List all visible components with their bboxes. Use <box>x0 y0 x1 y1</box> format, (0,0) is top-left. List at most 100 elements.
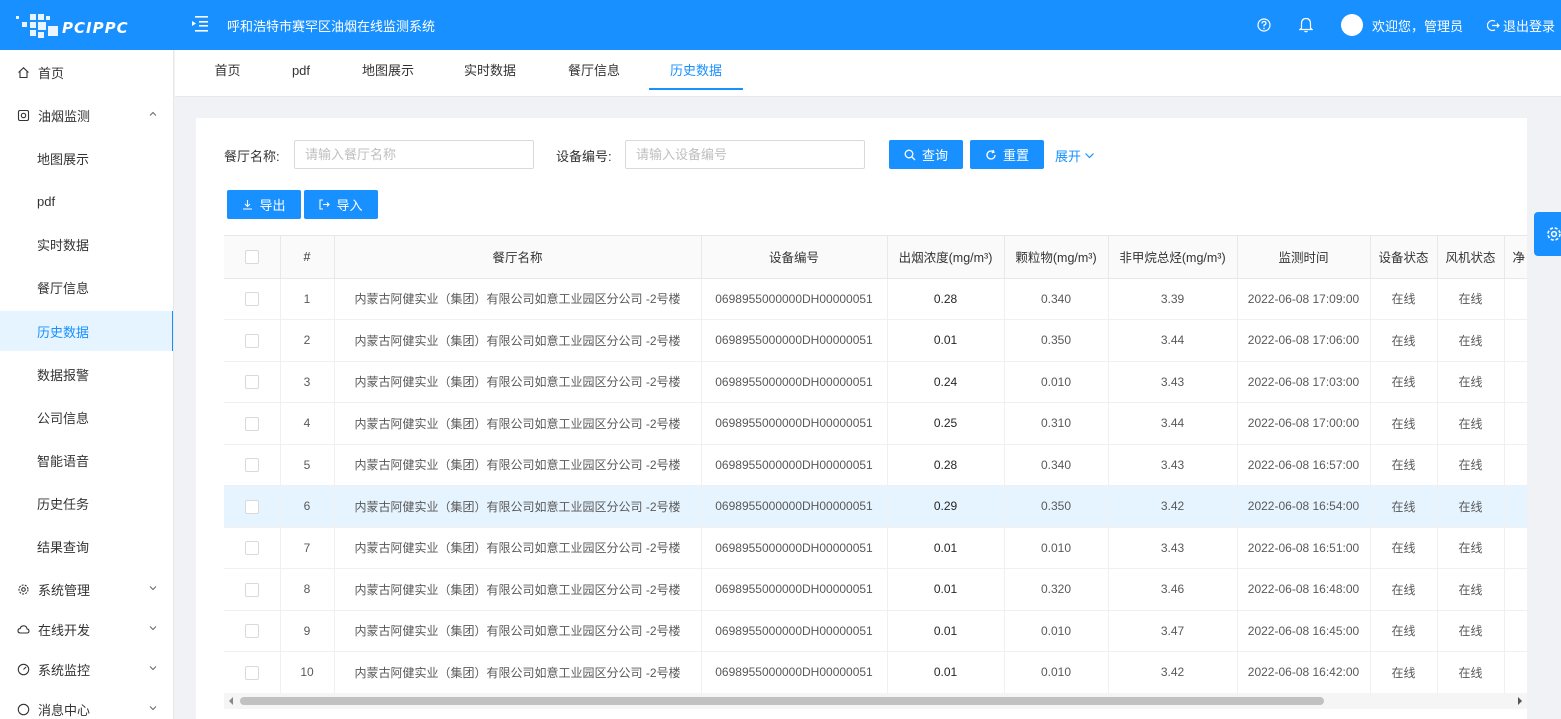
row-checkbox[interactable] <box>244 416 259 431</box>
cell-device: 0698955000000DH00000051 <box>701 402 888 445</box>
cell-fan-status: 在线 <box>1437 361 1505 403</box>
cell-name: 内蒙古阿健实业（集团）有限公司如意工业园区分公司 -2号楼 <box>334 402 702 445</box>
tab-realtime[interactable]: 实时数据 <box>457 50 523 90</box>
device-number-label: 设备编号: <box>556 149 612 164</box>
cell-nmhc: 3.42 <box>1108 651 1238 693</box>
sidebar-item-map[interactable]: 地图展示 <box>0 138 173 178</box>
table-row[interactable]: 9 内蒙古阿健实业（集团）有限公司如意工业园区分公司 -2号楼 0698955000… <box>224 610 1527 652</box>
settings-float-button[interactable] <box>1534 212 1561 256</box>
table-row[interactable]: 3 内蒙古阿健实业（集团）有限公司如意工业园区分公司 -2号楼 0698955000… <box>224 361 1527 403</box>
column-header: # <box>280 236 335 279</box>
chevron-down-icon <box>149 706 157 711</box>
tab-history[interactable]: 历史数据 <box>649 50 743 90</box>
sidebar-item-system-monitor[interactable]: 系统监控 <box>0 649 173 689</box>
sidebar-item-restaurant[interactable]: 餐厅信息 <box>0 267 173 307</box>
scroll-right-arrow[interactable] <box>1518 697 1522 705</box>
cell-time: 2022-06-08 16:42:00 <box>1237 651 1371 693</box>
cell-dev-status: 在线 <box>1370 568 1438 611</box>
query-button[interactable]: 查询 <box>889 140 963 169</box>
scroll-left-arrow[interactable] <box>229 697 233 705</box>
table-row[interactable]: 4 内蒙古阿健实业（集团）有限公司如意工业园区分公司 -2号楼 0698955000… <box>224 402 1527 445</box>
welcome-text[interactable]: 欢迎您，管理员 <box>1372 16 1463 35</box>
table-row[interactable]: 10 内蒙古阿健实业（集团）有限公司如意工业园区分公司 -2号楼 069895500… <box>224 651 1527 693</box>
table-row[interactable]: 1 内蒙古阿健实业（集团）有限公司如意工业园区分公司 -2号楼 0698955000… <box>224 278 1527 320</box>
sidebar-item-label: pdf <box>37 193 56 209</box>
row-select-cell[interactable] <box>224 485 281 528</box>
table-row[interactable]: 6 内蒙古阿健实业（集团）有限公司如意工业园区分公司 -2号楼 0698955000… <box>224 485 1527 528</box>
sidebar-item-company[interactable]: 公司信息 <box>0 397 173 437</box>
sidebar-item-message-center[interactable]: 消息中心 <box>0 689 173 719</box>
scrollbar-thumb[interactable] <box>240 697 1324 705</box>
cell-pm: 0.340 <box>1004 278 1109 320</box>
table-header-row: # 餐厅名称 设备编号 出烟浓度(mg/m³) 颗粒物(mg/m³) 非甲烷总烃… <box>224 236 1527 279</box>
horizontal-scrollbar[interactable] <box>224 693 1527 709</box>
cell-dev-status: 在线 <box>1370 361 1438 403</box>
sidebar-item-home[interactable]: 首页 <box>0 52 173 92</box>
table-row[interactable]: 5 内蒙古阿健实业（集团）有限公司如意工业园区分公司 -2号楼 0698955000… <box>224 444 1527 486</box>
logo: PCIPPC <box>16 10 146 40</box>
row-checkbox[interactable] <box>244 375 259 390</box>
cell-time: 2022-06-08 17:09:00 <box>1237 278 1371 320</box>
sidebar-item-history[interactable]: 历史数据 <box>0 311 173 351</box>
restaurant-name-input[interactable] <box>294 140 534 169</box>
row-checkbox[interactable] <box>244 499 259 514</box>
row-select-cell[interactable] <box>224 319 281 362</box>
cell-device: 0698955000000DH00000051 <box>701 319 888 362</box>
cell-extra <box>1504 568 1527 611</box>
sidebar-item-system-mgmt[interactable]: 系统管理 <box>0 569 173 609</box>
row-checkbox[interactable] <box>244 624 259 639</box>
select-all-checkbox[interactable] <box>244 250 259 265</box>
row-checkbox[interactable] <box>244 333 259 348</box>
bell-icon[interactable] <box>1297 16 1315 34</box>
cell-fan-status: 在线 <box>1437 278 1505 320</box>
row-select-cell[interactable] <box>224 651 281 693</box>
sidebar-item-voice[interactable]: 智能语音 <box>0 440 173 480</box>
sidebar-item-label: 地图展示 <box>37 151 90 167</box>
row-checkbox[interactable] <box>244 541 259 556</box>
sidebar-item-pdf[interactable]: pdf <box>0 181 173 221</box>
table-row[interactable]: 8 内蒙古阿健实业（集团）有限公司如意工业园区分公司 -2号楼 0698955000… <box>224 568 1527 611</box>
tab-pdf[interactable]: pdf <box>283 50 319 90</box>
table-row[interactable]: 7 内蒙古阿健实业（集团）有限公司如意工业园区分公司 -2号楼 0698955000… <box>224 527 1527 569</box>
menu-fold-icon[interactable] <box>190 13 210 33</box>
sidebar-item-alarm[interactable]: 数据报警 <box>0 354 173 394</box>
row-select-cell[interactable] <box>224 361 281 403</box>
reset-button[interactable]: 重置 <box>970 140 1044 169</box>
help-icon[interactable] <box>1255 16 1273 34</box>
tab-restaurant[interactable]: 餐厅信息 <box>561 50 627 90</box>
row-checkbox[interactable] <box>244 292 259 307</box>
sidebar-item-realtime[interactable]: 实时数据 <box>0 224 173 264</box>
tab-home[interactable]: 首页 <box>205 50 250 90</box>
cell-pm: 0.340 <box>1004 444 1109 486</box>
logout-icon <box>1486 19 1500 31</box>
export-button[interactable]: 导出 <box>227 190 301 219</box>
row-select-cell[interactable] <box>224 444 281 486</box>
cell-fan-status: 在线 <box>1437 319 1505 362</box>
tab-map[interactable]: 地图展示 <box>355 50 421 90</box>
row-select-cell[interactable] <box>224 278 281 320</box>
sidebar-item-oil-monitor[interactable]: 油烟监测 <box>0 95 173 135</box>
row-select-cell[interactable] <box>224 527 281 569</box>
cell-device: 0698955000000DH00000051 <box>701 444 888 486</box>
sidebar-item-history-task[interactable]: 历史任务 <box>0 483 173 523</box>
select-all-cell[interactable] <box>224 236 281 279</box>
sidebar-item-result-query[interactable]: 结果查询 <box>0 526 173 566</box>
row-select-cell[interactable] <box>224 402 281 445</box>
sidebar-item-online-dev[interactable]: 在线开发 <box>0 609 173 649</box>
cell-device: 0698955000000DH00000051 <box>701 527 888 569</box>
cell-dev-status: 在线 <box>1370 444 1438 486</box>
row-select-cell[interactable] <box>224 610 281 652</box>
row-checkbox[interactable] <box>244 458 259 473</box>
cell-dev-status: 在线 <box>1370 278 1438 320</box>
device-number-input[interactable] <box>625 140 865 169</box>
cell-nmhc: 3.43 <box>1108 444 1238 486</box>
row-checkbox[interactable] <box>244 582 259 597</box>
cell-extra <box>1504 402 1527 445</box>
row-checkbox[interactable] <box>244 665 259 680</box>
table-row[interactable]: 2 内蒙古阿健实业（集团）有限公司如意工业园区分公司 -2号楼 0698955000… <box>224 319 1527 362</box>
avatar[interactable] <box>1340 14 1363 36</box>
logout-button[interactable]: 退出登录 <box>1486 16 1555 35</box>
import-button[interactable]: 导入 <box>304 190 378 219</box>
row-select-cell[interactable] <box>224 568 281 611</box>
expand-link[interactable]: 展开 <box>1055 146 1095 165</box>
